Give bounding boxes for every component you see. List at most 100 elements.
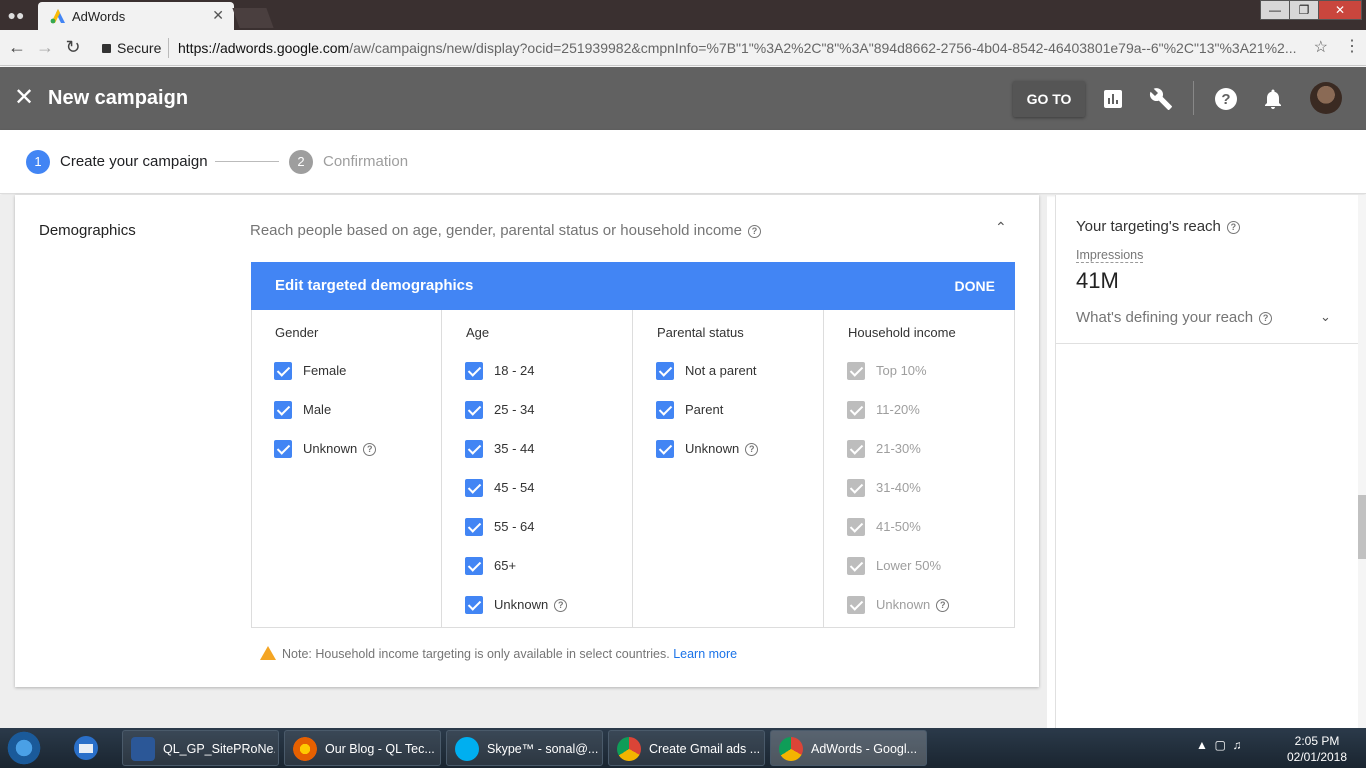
main-content: Demographics Reach people based on age, … bbox=[0, 195, 1047, 728]
windows-taskbar: QL_GP_SitePRoNe... Our Blog - QL Tec... … bbox=[0, 728, 1366, 768]
option-text: Lower 50% bbox=[876, 558, 942, 573]
option-text: 21-30% bbox=[876, 441, 921, 456]
checkbox[interactable] bbox=[656, 440, 674, 458]
checkbox[interactable] bbox=[274, 362, 292, 380]
firefox-icon bbox=[293, 737, 317, 761]
chevron-up-icon[interactable]: ⌃ bbox=[995, 219, 1007, 236]
help-icon[interactable]: ? bbox=[1259, 311, 1273, 325]
help-icon[interactable]: ? bbox=[1226, 220, 1240, 234]
option-label: Unknown? bbox=[876, 597, 950, 613]
taskbar-item-skype[interactable]: Skype™ - sonal@... bbox=[446, 730, 603, 766]
note-text: Note: Household income targeting is only… bbox=[282, 647, 670, 661]
close-campaign-icon[interactable]: ✕ bbox=[14, 85, 34, 111]
impressions-label[interactable]: Impressions bbox=[1076, 248, 1144, 263]
learn-more-link[interactable]: Learn more bbox=[673, 647, 737, 661]
option-text: 11-20% bbox=[876, 402, 920, 417]
done-button[interactable]: DONE bbox=[955, 278, 995, 294]
option-label: Top 10% bbox=[876, 363, 927, 378]
browser-tab[interactable]: AdWords ✕ bbox=[38, 2, 234, 30]
option-text: 35 - 44 bbox=[494, 441, 535, 456]
checkbox bbox=[847, 440, 865, 458]
incognito-icon: ●● bbox=[7, 7, 25, 23]
option-text: Not a parent bbox=[685, 363, 757, 378]
checkbox[interactable] bbox=[656, 401, 674, 419]
window-close-button[interactable]: ✕ bbox=[1318, 0, 1362, 20]
thunderbird-icon[interactable] bbox=[70, 732, 110, 764]
help-icon[interactable]: ? bbox=[936, 599, 950, 613]
tab-close-icon[interactable]: ✕ bbox=[212, 7, 224, 24]
column-heading: Household income bbox=[848, 325, 956, 340]
minimize-button[interactable]: — bbox=[1260, 0, 1290, 20]
url-host: https://adwords.google.com bbox=[178, 40, 350, 56]
help-icon[interactable]: ? bbox=[748, 224, 762, 238]
help-icon[interactable]: ? bbox=[745, 443, 759, 457]
help-icon[interactable]: ? bbox=[1214, 87, 1238, 111]
taskbar-item-chrome-gmail[interactable]: Create Gmail ads ... bbox=[608, 730, 765, 766]
checkbox[interactable] bbox=[465, 518, 483, 536]
checkbox[interactable] bbox=[465, 596, 483, 614]
checkbox[interactable] bbox=[465, 401, 483, 419]
clock-time: 2:05 PM bbox=[1294, 734, 1340, 748]
forward-icon[interactable]: → bbox=[34, 37, 56, 58]
skype-icon bbox=[455, 737, 479, 761]
goto-button[interactable]: GO TO bbox=[1013, 81, 1085, 117]
taskbar-item-word[interactable]: QL_GP_SitePRoNe... bbox=[122, 730, 279, 766]
column-household-income: Household income Top 10% 11-20% 21-30% 31-40… bbox=[824, 310, 1015, 628]
reload-icon[interactable]: ↻ bbox=[62, 37, 84, 58]
chrome-icon bbox=[779, 737, 803, 761]
svg-text:?: ? bbox=[1221, 91, 1230, 108]
help-icon[interactable]: ? bbox=[363, 443, 377, 457]
taskbar-item-chrome-adwords[interactable]: AdWords - Googl... bbox=[770, 730, 927, 766]
clock-date: 02/01/2018 bbox=[1286, 750, 1348, 764]
url-separator bbox=[168, 38, 169, 58]
avatar[interactable] bbox=[1310, 82, 1342, 114]
option-text: Unknown bbox=[876, 597, 931, 612]
checkbox[interactable] bbox=[465, 440, 483, 458]
scrollbar[interactable] bbox=[1358, 195, 1366, 728]
taskbar-item-firefox[interactable]: Our Blog - QL Tec... bbox=[284, 730, 441, 766]
column-heading: Age bbox=[466, 325, 490, 340]
warning-icon bbox=[260, 646, 276, 660]
option-label: Female bbox=[303, 363, 346, 378]
url-text[interactable]: https://adwords.google.com/aw/campaigns/… bbox=[178, 40, 1298, 56]
tools-wrench-icon[interactable] bbox=[1149, 87, 1173, 111]
reports-icon[interactable] bbox=[1101, 87, 1125, 111]
bookmark-star-icon[interactable]: ☆ bbox=[1314, 37, 1328, 57]
column-parental-status: Parental status Not a parent Parent Unknown… bbox=[633, 310, 824, 628]
back-icon[interactable]: ← bbox=[6, 37, 28, 58]
checkbox[interactable] bbox=[656, 362, 674, 380]
column-heading: Gender bbox=[275, 325, 319, 340]
scrollbar-thumb[interactable] bbox=[1358, 495, 1366, 559]
omnibox[interactable]: Secure https://adwords.google.com/aw/cam… bbox=[92, 34, 1332, 62]
option-label: Unknown? bbox=[303, 441, 377, 457]
notifications-bell-icon[interactable] bbox=[1261, 87, 1285, 111]
browser-menu-icon[interactable]: ⋮ bbox=[1344, 36, 1360, 56]
help-icon[interactable]: ? bbox=[554, 599, 568, 613]
checkbox[interactable] bbox=[465, 362, 483, 380]
maximize-button[interactable]: ❐ bbox=[1289, 0, 1319, 20]
system-tray[interactable]: ▲ ▢ ♫ bbox=[1196, 738, 1242, 752]
secure-indicator[interactable]: Secure bbox=[102, 40, 161, 56]
url-path: /aw/campaigns/new/display?ocid=251939982… bbox=[349, 40, 1297, 56]
start-button[interactable] bbox=[4, 730, 44, 766]
checkbox[interactable] bbox=[465, 557, 483, 575]
description-text: Reach people based on age, gender, paren… bbox=[250, 222, 743, 239]
option-text: 18 - 24 bbox=[494, 363, 535, 378]
option-label: Unknown? bbox=[685, 441, 759, 457]
secure-label: Secure bbox=[117, 40, 162, 56]
new-tab-button[interactable] bbox=[232, 8, 274, 28]
step1-label[interactable]: Create your campaign bbox=[60, 153, 208, 170]
checkbox[interactable] bbox=[274, 440, 292, 458]
chevron-down-icon[interactable]: ⌄ bbox=[1320, 309, 1331, 325]
reach-title-text: Your targeting's reach bbox=[1076, 218, 1221, 235]
checkbox[interactable] bbox=[274, 401, 292, 419]
browser-tab-strip: ●● AdWords ✕ — ❐ ✕ bbox=[0, 0, 1366, 30]
checkbox[interactable] bbox=[465, 479, 483, 497]
demographics-card: Demographics Reach people based on age, … bbox=[15, 195, 1039, 687]
defining-reach-label[interactable]: What's defining your reach? bbox=[1076, 309, 1273, 326]
app-header: ✕ New campaign GO TO ? bbox=[0, 67, 1366, 130]
step2-label[interactable]: Confirmation bbox=[323, 153, 408, 170]
impressions-value: 41M bbox=[1076, 268, 1119, 293]
option-label: Male bbox=[303, 402, 331, 417]
system-clock[interactable]: 2:05 PM 02/01/2018 bbox=[1280, 733, 1354, 765]
